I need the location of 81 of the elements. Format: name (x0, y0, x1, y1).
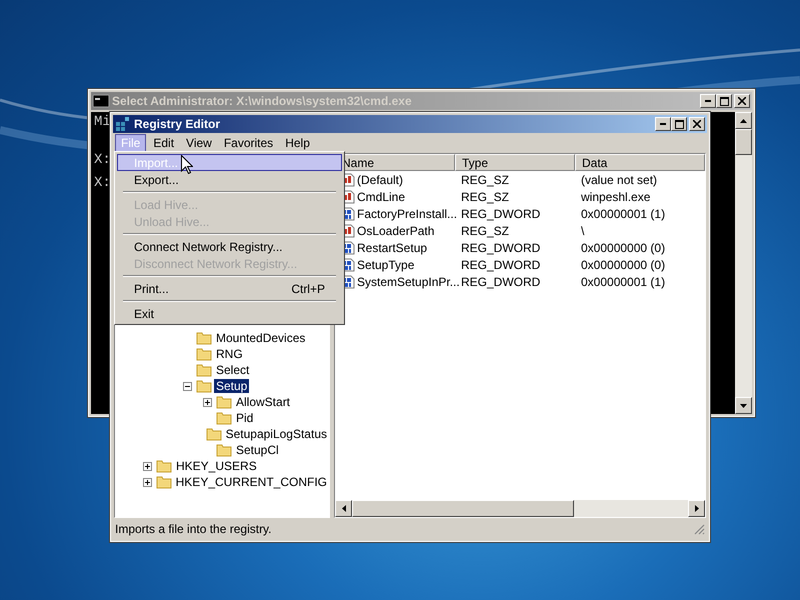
expand-box-icon[interactable] (143, 478, 154, 486)
console-text: X: (94, 152, 111, 168)
scrollbar-thumb[interactable] (352, 500, 574, 517)
value-name[interactable]: SetupType (357, 258, 414, 272)
value-type: REG_DWORD (460, 206, 542, 220)
up-arrow-icon[interactable] (740, 118, 747, 122)
tree-item[interactable]: SetupCl (234, 443, 281, 457)
folder-icon (206, 427, 222, 441)
mouse-pointer-icon (181, 155, 193, 174)
maximize-button[interactable] (671, 117, 687, 131)
folder-icon (196, 347, 212, 361)
down-arrow-icon[interactable] (740, 404, 747, 408)
maximize-icon (720, 96, 728, 106)
value-name[interactable]: FactoryPreInstall... (357, 206, 458, 220)
folder-icon (156, 459, 172, 473)
folder-icon (216, 395, 232, 409)
menu-item[interactable]: Connect Network Registry... (117, 238, 342, 255)
maximize-icon (674, 120, 684, 128)
minimize-icon (660, 123, 666, 125)
expand-box-icon[interactable] (203, 398, 214, 406)
folder-icon (216, 411, 232, 425)
value-data: 0x00000001 (1) (580, 274, 666, 288)
horizontal-scrollbar[interactable] (335, 500, 705, 517)
value-data: 0x00000000 (0) (580, 240, 666, 254)
folder-icon (196, 363, 212, 377)
value-type: REG_SZ (460, 224, 510, 238)
tree-item[interactable]: Select (214, 363, 252, 377)
window-title: Select Administrator: X:\windows\system32\cmd.exe (112, 94, 412, 108)
value-name[interactable]: CmdLine (357, 190, 406, 204)
column-header[interactable]: Type (455, 154, 575, 171)
vertical-scrollbar[interactable] (735, 112, 752, 414)
tree-item[interactable]: HKEY_CURRENT_CONFIG (174, 475, 329, 489)
tree-item[interactable]: SetupapiLogStatus (224, 427, 329, 441)
close-button[interactable] (689, 117, 705, 131)
menu-bar-item[interactable]: Edit (148, 134, 180, 150)
tree-item[interactable]: AllowStart (234, 395, 292, 409)
window-title: Registry Editor (134, 117, 220, 131)
value-data: 0x00000001 (1) (580, 206, 666, 220)
value-name[interactable]: SystemSetupInPr... (357, 274, 460, 288)
value-name[interactable]: (Default) (357, 172, 404, 186)
menu-item[interactable]: Export... (117, 171, 342, 188)
column-header[interactable]: Data (575, 154, 705, 171)
value-data: (value not set) (580, 172, 658, 186)
minimize-icon (705, 100, 711, 102)
console-text: Mi (94, 114, 111, 130)
folder-icon (196, 331, 212, 345)
resize-grip-icon[interactable] (693, 523, 705, 535)
menu-bar-item[interactable]: Help (280, 134, 315, 150)
scrollbar-thumb[interactable] (735, 129, 752, 155)
menu-bar-item[interactable]: Favorites (218, 134, 278, 150)
folder-icon (216, 443, 232, 457)
value-name[interactable]: OsLoaderPath (357, 224, 434, 238)
left-arrow-icon[interactable] (342, 505, 346, 512)
value-data: 0x00000000 (0) (580, 258, 666, 272)
value-type: REG_DWORD (460, 240, 542, 254)
tree-item[interactable]: HKEY_USERS (174, 459, 259, 473)
value-type: REG_SZ (460, 190, 510, 204)
tree-item[interactable]: Pid (234, 411, 256, 425)
console-icon (93, 95, 109, 107)
close-icon (738, 97, 746, 105)
right-arrow-icon[interactable] (694, 505, 698, 512)
tree-item[interactable]: MountedDevices (214, 331, 308, 345)
expand-box-icon[interactable] (143, 462, 154, 470)
collapse-box-icon[interactable] (183, 382, 194, 390)
registry-cubes-icon (115, 116, 131, 132)
value-data: winpeshl.exe (580, 190, 650, 204)
value-type: REG_SZ (460, 172, 510, 186)
close-icon (693, 120, 701, 128)
tree-item[interactable]: Setup (214, 379, 250, 393)
menu-item[interactable]: Print... Ctrl+P (117, 280, 342, 297)
tree-item[interactable]: RNG (214, 347, 245, 361)
folder-icon (156, 475, 172, 489)
minimize-button[interactable] (655, 117, 671, 131)
value-data: \ (580, 224, 584, 238)
value-name[interactable]: RestartSetup (357, 240, 428, 254)
console-text: X: (94, 175, 111, 191)
menu-bar-item[interactable]: View (181, 134, 217, 150)
menu-item[interactable]: Exit (117, 305, 342, 322)
value-type: REG_DWORD (460, 258, 542, 272)
folder-icon (196, 379, 212, 393)
status-bar-text: Imports a file into the registry. (115, 522, 272, 536)
